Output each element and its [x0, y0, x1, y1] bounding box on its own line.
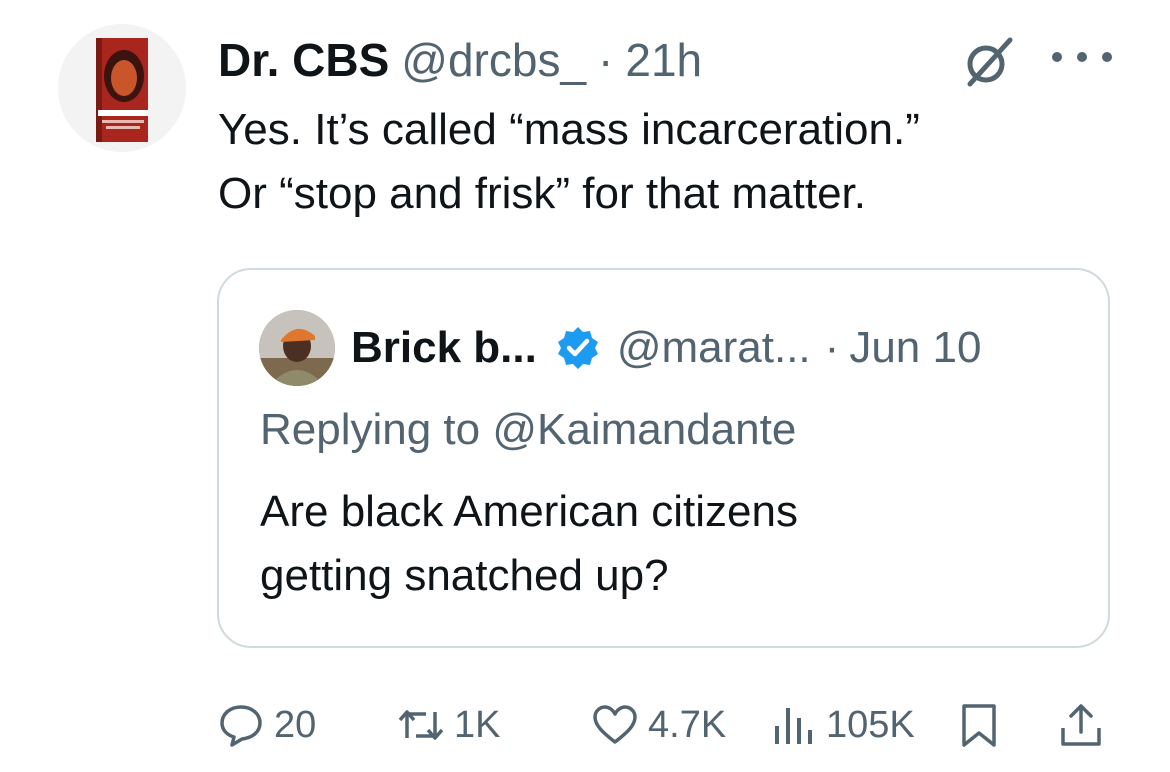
tweet-text-line: Yes. It’s called “mass incarceration.” — [218, 105, 920, 154]
quoted-tweet[interactable]: Brick b... @marat... · Jun 10 Replying t… — [217, 268, 1110, 648]
share-button[interactable] — [1058, 690, 1104, 760]
quoted-text-line: Are black American citizens — [260, 487, 798, 536]
more-dot — [1077, 52, 1087, 62]
views-button[interactable]: 105K — [770, 690, 915, 760]
reply-icon — [220, 705, 262, 747]
author-handle[interactable]: @drcbs_ — [401, 33, 586, 87]
bookmark-button[interactable] — [956, 690, 1002, 760]
tweet-header: Dr. CBS @drcbs_ · 21h — [218, 32, 702, 88]
quoted-tweet-header: Brick b... @marat... · Jun 10 — [351, 318, 981, 378]
author-name[interactable]: Dr. CBS — [218, 33, 389, 87]
quoted-author-name[interactable]: Brick b... — [351, 323, 537, 373]
reply-count: 20 — [274, 703, 317, 746]
header-separator: · — [598, 34, 614, 86]
repost-button[interactable]: 1K — [398, 690, 500, 760]
tweet-text-line: Or “stop and frisk” for that matter. — [218, 169, 866, 218]
share-icon — [1061, 704, 1101, 746]
more-dot — [1102, 52, 1112, 62]
like-button[interactable]: 4.7K — [592, 690, 726, 760]
more-icon[interactable] — [1052, 42, 1112, 72]
action-bar: 20 1K 4.7K 105K — [0, 690, 1170, 760]
quoted-tweet-time[interactable]: Jun 10 — [849, 323, 981, 373]
bookmark-icon — [962, 704, 996, 747]
quoted-header-separator: · — [824, 323, 840, 372]
quoted-avatar-image — [259, 310, 335, 386]
author-avatar[interactable] — [58, 24, 186, 152]
tweet-text: Yes. It’s called “mass incarceration.” O… — [218, 98, 1118, 226]
verified-badge-icon[interactable] — [555, 325, 601, 371]
like-icon — [593, 705, 637, 744]
views-icon — [775, 708, 812, 744]
quoted-author-handle[interactable]: @marat... — [617, 323, 811, 373]
like-count: 4.7K — [648, 703, 727, 746]
more-dot — [1052, 52, 1062, 62]
grok-icon[interactable] — [960, 34, 1016, 90]
repost-count: 1K — [454, 703, 501, 746]
quoted-tweet-text: Are black American citizens getting snat… — [260, 480, 798, 608]
book-cover-image — [58, 24, 186, 152]
replying-to[interactable]: Replying to @Kaimandante — [260, 400, 796, 460]
reply-button[interactable]: 20 — [218, 690, 316, 760]
views-count: 105K — [826, 703, 915, 746]
tweet-time[interactable]: 21h — [625, 33, 702, 87]
quoted-text-line: getting snatched up? — [260, 551, 669, 600]
quoted-author-avatar[interactable] — [259, 310, 335, 386]
repost-icon — [398, 710, 444, 740]
